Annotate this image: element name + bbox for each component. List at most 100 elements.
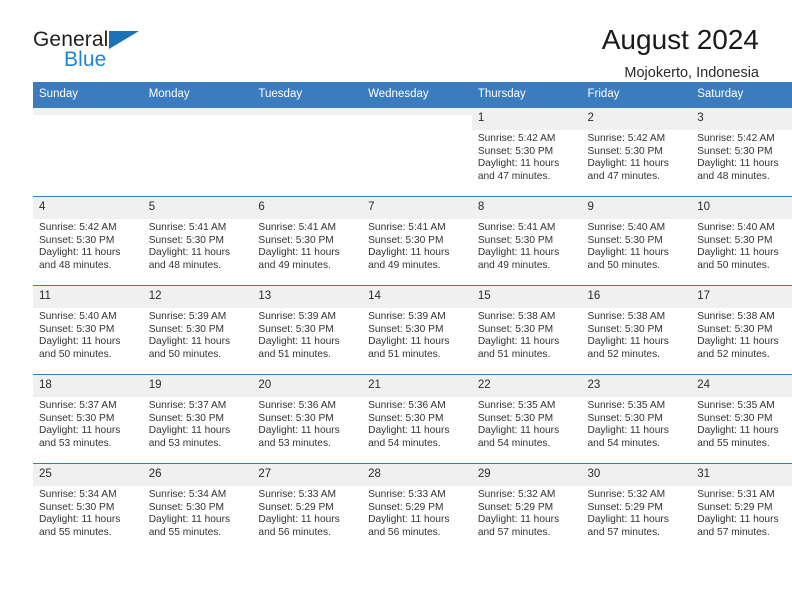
sunrise-text: Sunrise: 5:34 AM bbox=[148, 489, 227, 500]
calendar-day-cell[interactable]: 21 Sunrise: 5:36 AM Sunset: 5:30 PM Dayligh… bbox=[362, 374, 472, 464]
daylight-text-line1: Daylight: 11 hours bbox=[368, 514, 450, 526]
sunset-text: Sunset: 5:29 PM bbox=[587, 501, 663, 513]
calendar-day-cell[interactable]: 2 Sunrise: 5:42 AM Sunset: 5:30 PM Daylight… bbox=[581, 107, 692, 197]
day-number: 29 bbox=[471, 464, 582, 486]
day-cell-content: 14 Sunrise: 5:39 AM Sunset: 5:30 PM Dayligh… bbox=[362, 286, 472, 374]
day-sun-info: Sunrise: 5:39 AM Sunset: 5:30 PM Daylight:… bbox=[143, 308, 253, 361]
daylight-text-line2: and 52 minutes. bbox=[697, 348, 770, 360]
weekday-header-monday: Monday bbox=[142, 82, 253, 108]
daylight-text-line2: and 48 minutes. bbox=[39, 259, 112, 271]
day-number: 30 bbox=[581, 464, 692, 486]
calendar-day-cell[interactable]: 30 Sunrise: 5:32 AM Sunset: 5:29 PM Dayligh… bbox=[581, 463, 692, 553]
calendar-day-cell bbox=[142, 107, 253, 197]
calendar-day-cell[interactable]: 25 Sunrise: 5:34 AM Sunset: 5:30 PM Dayligh… bbox=[33, 463, 143, 553]
calendar-day-cell[interactable]: 5 Sunrise: 5:41 AM Sunset: 5:30 PM Daylight… bbox=[142, 196, 253, 286]
daylight-text-line2: and 50 minutes. bbox=[39, 348, 112, 360]
calendar-day-cell[interactable]: 4 Sunrise: 5:42 AM Sunset: 5:30 PM Daylight… bbox=[33, 196, 143, 286]
sunrise-text: Sunrise: 5:33 AM bbox=[258, 489, 336, 500]
sunset-text: Sunset: 5:30 PM bbox=[697, 145, 773, 157]
sunset-text: Sunset: 5:30 PM bbox=[258, 412, 334, 424]
day-number: 11 bbox=[33, 286, 143, 308]
sunset-text: Sunset: 5:30 PM bbox=[477, 145, 554, 157]
day-sun-info: Sunrise: 5:33 AM Sunset: 5:29 PM Daylight:… bbox=[362, 486, 472, 539]
day-sun-info: Sunrise: 5:39 AM Sunset: 5:30 PM Daylight:… bbox=[252, 308, 362, 361]
calendar-day-cell[interactable]: 9 Sunrise: 5:40 AM Sunset: 5:30 PM Daylight… bbox=[581, 196, 692, 286]
day-number: 27 bbox=[252, 464, 363, 486]
calendar-day-cell[interactable]: 22 Sunrise: 5:35 AM Sunset: 5:30 PM Dayligh… bbox=[471, 374, 582, 464]
day-cell-content: 29 Sunrise: 5:32 AM Sunset: 5:29 PM Dayligh… bbox=[471, 464, 582, 553]
calendar-day-cell[interactable]: 17 Sunrise: 5:38 AM Sunset: 5:30 PM Dayligh… bbox=[691, 285, 792, 375]
sunrise-text: Sunrise: 5:42 AM bbox=[477, 133, 556, 144]
calendar-day-cell[interactable]: 13 Sunrise: 5:39 AM Sunset: 5:30 PM Dayligh… bbox=[252, 285, 363, 375]
day-cell-content: 8 Sunrise: 5:41 AM Sunset: 5:30 PM Daylight… bbox=[471, 197, 582, 285]
daylight-text-line2: and 51 minutes. bbox=[258, 348, 331, 360]
calendar-day-cell[interactable]: 31 Sunrise: 5:31 AM Sunset: 5:29 PM Dayligh… bbox=[691, 463, 792, 553]
sunset-text: Sunset: 5:30 PM bbox=[587, 412, 663, 424]
sunrise-text: Sunrise: 5:39 AM bbox=[368, 311, 446, 322]
sunrise-text: Sunrise: 5:37 AM bbox=[148, 400, 227, 411]
day-cell-content: 1 Sunrise: 5:42 AM Sunset: 5:30 PM Daylight… bbox=[471, 108, 582, 196]
daylight-text-line2: and 54 minutes. bbox=[477, 437, 551, 449]
daylight-text-line1: Daylight: 11 hours bbox=[477, 425, 560, 437]
day-number: 4 bbox=[33, 197, 143, 219]
day-number: 6 bbox=[252, 197, 363, 219]
sunrise-text: Sunrise: 5:34 AM bbox=[39, 489, 117, 500]
day-number: 21 bbox=[362, 375, 472, 397]
day-sun-info: Sunrise: 5:40 AM Sunset: 5:30 PM Daylight:… bbox=[33, 308, 143, 361]
day-cell-content: 13 Sunrise: 5:39 AM Sunset: 5:30 PM Dayligh… bbox=[252, 286, 363, 374]
daylight-text-line2: and 48 minutes. bbox=[148, 259, 222, 271]
calendar-day-cell[interactable]: 29 Sunrise: 5:32 AM Sunset: 5:29 PM Dayligh… bbox=[471, 463, 582, 553]
calendar-day-cell[interactable]: 15 Sunrise: 5:38 AM Sunset: 5:30 PM Dayligh… bbox=[471, 285, 582, 375]
daylight-text-line1: Daylight: 11 hours bbox=[587, 158, 669, 170]
calendar-day-cell[interactable]: 16 Sunrise: 5:38 AM Sunset: 5:30 PM Dayligh… bbox=[581, 285, 692, 375]
sunset-text: Sunset: 5:29 PM bbox=[258, 501, 334, 513]
day-sun-info: Sunrise: 5:37 AM Sunset: 5:30 PM Daylight:… bbox=[33, 397, 143, 450]
daylight-text-line1: Daylight: 11 hours bbox=[697, 158, 779, 170]
sunset-text: Sunset: 5:30 PM bbox=[148, 323, 225, 335]
day-number: 19 bbox=[142, 375, 253, 397]
day-sun-info: Sunrise: 5:34 AM Sunset: 5:30 PM Daylight:… bbox=[33, 486, 143, 539]
calendar-day-cell[interactable]: 7 Sunrise: 5:41 AM Sunset: 5:30 PM Daylight… bbox=[362, 196, 472, 286]
calendar-day-cell[interactable]: 1 Sunrise: 5:42 AM Sunset: 5:30 PM Daylight… bbox=[471, 107, 582, 197]
day-cell-content: 31 Sunrise: 5:31 AM Sunset: 5:29 PM Dayligh… bbox=[691, 464, 792, 553]
calendar-day-cell[interactable]: 12 Sunrise: 5:39 AM Sunset: 5:30 PM Dayligh… bbox=[142, 285, 253, 375]
calendar-day-cell[interactable]: 19 Sunrise: 5:37 AM Sunset: 5:30 PM Dayligh… bbox=[142, 374, 253, 464]
day-sun-info: Sunrise: 5:40 AM Sunset: 5:30 PM Daylight:… bbox=[691, 219, 792, 272]
calendar-day-cell[interactable]: 3 Sunrise: 5:42 AM Sunset: 5:30 PM Daylight… bbox=[691, 107, 792, 197]
day-cell-content: 30 Sunrise: 5:32 AM Sunset: 5:29 PM Dayligh… bbox=[581, 464, 692, 553]
logo-triangle-icon bbox=[109, 31, 139, 49]
calendar-day-cell[interactable]: 14 Sunrise: 5:39 AM Sunset: 5:30 PM Dayligh… bbox=[362, 285, 472, 375]
day-cell-content: 2 Sunrise: 5:42 AM Sunset: 5:30 PM Daylight… bbox=[581, 108, 692, 196]
sunrise-text: Sunrise: 5:40 AM bbox=[697, 222, 775, 233]
calendar-day-cell[interactable]: 27 Sunrise: 5:33 AM Sunset: 5:29 PM Dayligh… bbox=[252, 463, 363, 553]
daylight-text-line2: and 48 minutes. bbox=[697, 170, 770, 182]
day-number: 2 bbox=[581, 108, 692, 130]
daylight-text-line1: Daylight: 11 hours bbox=[368, 336, 450, 348]
sunrise-text: Sunrise: 5:42 AM bbox=[697, 133, 775, 144]
calendar-day-cell[interactable]: 20 Sunrise: 5:36 AM Sunset: 5:30 PM Dayligh… bbox=[252, 374, 363, 464]
day-sun-info: Sunrise: 5:42 AM Sunset: 5:30 PM Daylight:… bbox=[33, 219, 143, 272]
calendar-day-cell[interactable]: 6 Sunrise: 5:41 AM Sunset: 5:30 PM Daylight… bbox=[252, 196, 363, 286]
daylight-text-line2: and 55 minutes. bbox=[697, 437, 770, 449]
calendar-day-cell[interactable]: 18 Sunrise: 5:37 AM Sunset: 5:30 PM Dayligh… bbox=[33, 374, 143, 464]
calendar-day-cell[interactable]: 8 Sunrise: 5:41 AM Sunset: 5:30 PM Daylight… bbox=[471, 196, 582, 286]
day-cell-content: 26 Sunrise: 5:34 AM Sunset: 5:30 PM Dayligh… bbox=[142, 464, 253, 553]
sunrise-text: Sunrise: 5:35 AM bbox=[697, 400, 775, 411]
calendar-day-cell[interactable]: 24 Sunrise: 5:35 AM Sunset: 5:30 PM Dayligh… bbox=[691, 374, 792, 464]
calendar-day-cell[interactable]: 11 Sunrise: 5:40 AM Sunset: 5:30 PM Dayligh… bbox=[33, 285, 143, 375]
general-blue-logo[interactable]: General Blue bbox=[33, 24, 151, 76]
daylight-text-line1: Daylight: 11 hours bbox=[368, 247, 450, 259]
calendar-day-cell[interactable]: 26 Sunrise: 5:34 AM Sunset: 5:30 PM Dayligh… bbox=[142, 463, 253, 553]
daylight-text-line1: Daylight: 11 hours bbox=[148, 514, 231, 526]
calendar-day-cell[interactable]: 23 Sunrise: 5:35 AM Sunset: 5:30 PM Dayligh… bbox=[581, 374, 692, 464]
day-cell-content: 23 Sunrise: 5:35 AM Sunset: 5:30 PM Dayligh… bbox=[581, 375, 692, 463]
day-sun-info: Sunrise: 5:36 AM Sunset: 5:30 PM Daylight:… bbox=[362, 397, 472, 450]
day-sun-info: Sunrise: 5:31 AM Sunset: 5:29 PM Daylight:… bbox=[691, 486, 792, 539]
sunrise-sunset-calendar: Sunday Monday Tuesday Wednesday Thursday… bbox=[33, 82, 792, 553]
calendar-day-cell[interactable]: 28 Sunrise: 5:33 AM Sunset: 5:29 PM Dayligh… bbox=[362, 463, 472, 553]
calendar-day-cell[interactable]: 10 Sunrise: 5:40 AM Sunset: 5:30 PM Dayligh… bbox=[691, 196, 792, 286]
sunset-text: Sunset: 5:30 PM bbox=[368, 323, 444, 335]
sunrise-text: Sunrise: 5:36 AM bbox=[258, 400, 336, 411]
daylight-text-line2: and 49 minutes. bbox=[368, 259, 441, 271]
sunset-text: Sunset: 5:30 PM bbox=[39, 501, 115, 513]
